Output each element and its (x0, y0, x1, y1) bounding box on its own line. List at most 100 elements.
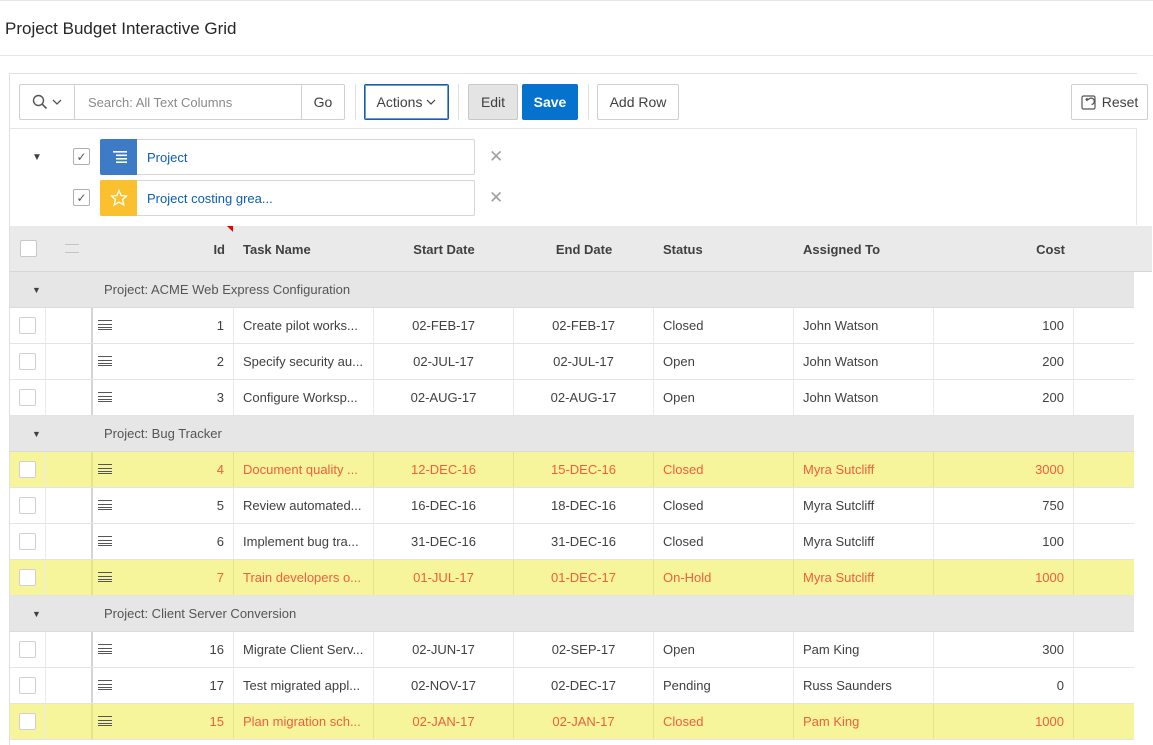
table-row[interactable]: 7 Train developers o... 01-JUL-17 01-DEC-17… (10, 560, 1134, 596)
remove-filter-icon[interactable]: ✕ (489, 147, 503, 167)
cell-status[interactable]: Open (654, 632, 794, 667)
cell-end-date[interactable]: 02-JUL-17 (514, 344, 654, 379)
column-header-cost[interactable]: Cost (934, 226, 1065, 272)
cell-status[interactable]: Open (654, 380, 794, 415)
filter-enable-checkbox[interactable]: ✓ (73, 189, 90, 206)
row-checkbox[interactable] (19, 677, 36, 694)
cell-status[interactable]: Closed (654, 524, 794, 559)
cell-cost[interactable]: 100 (934, 524, 1074, 559)
cell-end-date[interactable]: 02-DEC-17 (514, 668, 654, 703)
row-checkbox[interactable] (19, 461, 36, 478)
go-button[interactable]: Go (301, 84, 345, 120)
filter-pill-control-break[interactable]: Project (100, 138, 475, 175)
row-checkbox[interactable] (19, 497, 36, 514)
collapse-group-icon[interactable]: ▼ (32, 285, 41, 295)
row-checkbox[interactable] (19, 533, 36, 550)
cell-cost[interactable]: 100 (934, 308, 1074, 343)
cell-id[interactable]: 16 (94, 632, 234, 667)
table-row[interactable]: 3 Configure Worksp... 02-AUG-17 02-AUG-17 Op… (10, 380, 1134, 416)
cell-start-date[interactable]: 02-NOV-17 (374, 668, 514, 703)
cell-task-name[interactable]: Migrate Client Serv... (234, 632, 374, 667)
cell-assigned-to[interactable]: Pam King (794, 704, 934, 739)
cell-id[interactable]: 4 (94, 452, 234, 487)
table-row[interactable]: 16 Migrate Client Serv... 02-JUN-17 02-SEP-… (10, 632, 1134, 668)
cell-status[interactable]: Pending (654, 668, 794, 703)
cell-start-date[interactable]: 12-DEC-16 (374, 452, 514, 487)
cell-task-name[interactable]: Plan migration sch... (234, 704, 374, 739)
cell-end-date[interactable]: 01-DEC-17 (514, 560, 654, 595)
cell-start-date[interactable]: 02-FEB-17 (374, 308, 514, 343)
row-checkbox[interactable] (19, 317, 36, 334)
cell-status[interactable]: On-Hold (654, 560, 794, 595)
cell-cost[interactable]: 750 (934, 488, 1074, 523)
cell-end-date[interactable]: 02-FEB-17 (514, 308, 654, 343)
table-row[interactable]: 5 Review automated... 16-DEC-16 18-DEC-16 Cl… (10, 488, 1134, 524)
row-checkbox[interactable] (19, 353, 36, 370)
cell-id[interactable]: 15 (94, 704, 234, 739)
cell-id[interactable]: 2 (94, 344, 234, 379)
collapse-settings-icon[interactable]: ▼ (32, 152, 42, 163)
table-row[interactable]: 2 Specify security au... 02-JUL-17 02-JUL-1… (10, 344, 1134, 380)
cell-task-name[interactable]: Train developers o... (234, 560, 374, 595)
table-row[interactable]: 1 Create pilot works... 02-FEB-17 02-FEB-17… (10, 308, 1134, 344)
cell-id[interactable]: 17 (94, 668, 234, 703)
cell-end-date[interactable]: 15-DEC-16 (514, 452, 654, 487)
cell-assigned-to[interactable]: John Watson (794, 344, 934, 379)
select-all-checkbox[interactable] (20, 240, 37, 257)
cell-assigned-to[interactable]: John Watson (794, 380, 934, 415)
cell-assigned-to[interactable]: Myra Sutcliff (794, 488, 934, 523)
cell-start-date[interactable]: 02-AUG-17 (374, 380, 514, 415)
cell-status[interactable]: Closed (654, 308, 794, 343)
column-header-end-date[interactable]: End Date (514, 226, 654, 272)
cell-start-date[interactable]: 02-JUN-17 (374, 632, 514, 667)
cell-task-name[interactable]: Create pilot works... (234, 308, 374, 343)
cell-task-name[interactable]: Review automated... (234, 488, 374, 523)
cell-status[interactable]: Open (654, 344, 794, 379)
cell-start-date[interactable]: 02-JAN-17 (374, 704, 514, 739)
save-button[interactable]: Save (522, 84, 578, 120)
actions-button[interactable]: Actions (364, 84, 449, 120)
cell-start-date[interactable]: 16-DEC-16 (374, 488, 514, 523)
cell-assigned-to[interactable]: Pam King (794, 632, 934, 667)
cell-start-date[interactable]: 31-DEC-16 (374, 524, 514, 559)
cell-status[interactable]: Closed (654, 488, 794, 523)
cell-cost[interactable]: 300 (934, 632, 1074, 667)
cell-end-date[interactable]: 18-DEC-16 (514, 488, 654, 523)
cell-cost[interactable]: 3000 (934, 452, 1074, 487)
cell-id[interactable]: 7 (94, 560, 234, 595)
cell-task-name[interactable]: Specify security au... (234, 344, 374, 379)
row-checkbox[interactable] (19, 641, 36, 658)
table-row[interactable]: 6 Implement bug tra... 31-DEC-16 31-DEC-16 C… (10, 524, 1134, 560)
cell-task-name[interactable]: Test migrated appl... (234, 668, 374, 703)
cell-task-name[interactable]: Implement bug tra... (234, 524, 374, 559)
collapse-group-icon[interactable]: ▼ (32, 429, 41, 439)
row-checkbox[interactable] (19, 713, 36, 730)
search-column-menu[interactable] (19, 84, 75, 120)
cell-end-date[interactable]: 02-JAN-17 (514, 704, 654, 739)
table-row[interactable]: 4 Document quality ... 12-DEC-16 15-DEC-16 C… (10, 452, 1134, 488)
column-header-task-name[interactable]: Task Name (243, 226, 373, 272)
cell-assigned-to[interactable]: Russ Saunders (794, 668, 934, 703)
column-header-start-date[interactable]: Start Date (374, 226, 514, 272)
cell-cost[interactable]: 1000 (934, 560, 1074, 595)
cell-end-date[interactable]: 31-DEC-16 (514, 524, 654, 559)
cell-start-date[interactable]: 02-JUL-17 (374, 344, 514, 379)
add-row-button[interactable]: Add Row (597, 84, 679, 120)
cell-assigned-to[interactable]: Myra Sutcliff (794, 452, 934, 487)
cell-end-date[interactable]: 02-AUG-17 (514, 380, 654, 415)
column-header-id[interactable]: Id (94, 226, 225, 272)
search-input[interactable] (75, 84, 302, 120)
cell-task-name[interactable]: Document quality ... (234, 452, 374, 487)
cell-id[interactable]: 5 (94, 488, 234, 523)
table-row[interactable]: 17 Test migrated appl... 02-NOV-17 02-DEC-1… (10, 668, 1134, 704)
remove-filter-icon[interactable]: ✕ (489, 188, 503, 208)
cell-cost[interactable]: 1000 (934, 704, 1074, 739)
cell-id[interactable]: 6 (94, 524, 234, 559)
cell-cost[interactable]: 200 (934, 380, 1074, 415)
cell-assigned-to[interactable]: John Watson (794, 308, 934, 343)
row-checkbox[interactable] (19, 389, 36, 406)
cell-assigned-to[interactable]: Myra Sutcliff (794, 560, 934, 595)
table-row[interactable]: 15 Plan migration sch... 02-JAN-17 02-JAN-1… (10, 704, 1134, 740)
edit-button[interactable]: Edit (468, 84, 518, 120)
cell-id[interactable]: 3 (94, 380, 234, 415)
